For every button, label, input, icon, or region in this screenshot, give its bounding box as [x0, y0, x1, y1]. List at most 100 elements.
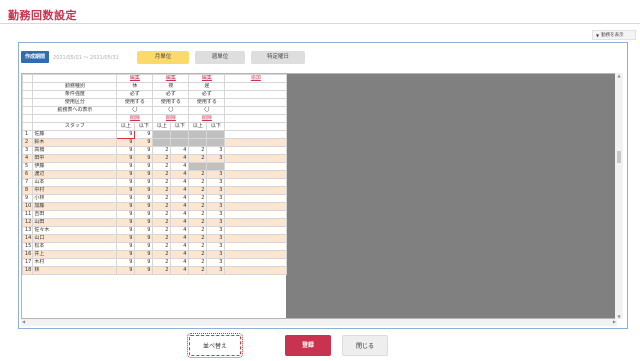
max-count-cell[interactable]: 3 — [206, 226, 226, 235]
edit-shift-link[interactable]: 編集 — [202, 76, 212, 82]
max-count-cell[interactable]: 3 — [206, 178, 226, 187]
max-count-cell[interactable] — [170, 130, 190, 139]
min-count-cell[interactable]: 9 — [116, 186, 136, 195]
reorder-button[interactable]: 並べ替え — [187, 333, 243, 358]
max-count-cell[interactable]: 9 — [134, 258, 154, 267]
max-count-cell[interactable]: 4 — [170, 154, 190, 163]
min-count-cell[interactable]: 9 — [116, 218, 136, 227]
max-count-cell[interactable]: 4 — [170, 202, 190, 211]
max-count-cell[interactable]: 9 — [134, 218, 154, 227]
max-count-cell[interactable]: 4 — [170, 234, 190, 243]
min-count-cell[interactable]: 2 — [152, 178, 172, 187]
min-count-cell[interactable]: 2 — [188, 226, 208, 235]
min-count-cell[interactable]: 9 — [116, 138, 136, 147]
min-count-cell[interactable]: 2 — [152, 170, 172, 179]
min-count-cell[interactable]: 9 — [116, 130, 136, 139]
min-count-cell[interactable]: 9 — [116, 226, 136, 235]
shift-edit-cell[interactable]: 削除 — [188, 114, 226, 123]
min-count-cell[interactable] — [152, 130, 172, 139]
max-count-cell[interactable] — [170, 138, 190, 147]
max-count-cell[interactable]: 9 — [134, 266, 154, 275]
min-count-cell[interactable]: 2 — [152, 250, 172, 259]
min-count-cell[interactable]: 2 — [188, 194, 208, 203]
min-count-cell[interactable]: 9 — [116, 202, 136, 211]
min-count-cell[interactable]: 2 — [188, 266, 208, 275]
max-count-cell[interactable]: 4 — [170, 186, 190, 195]
max-count-cell[interactable] — [206, 162, 226, 171]
min-count-cell[interactable]: 2 — [152, 266, 172, 275]
min-count-cell[interactable]: 9 — [116, 170, 136, 179]
min-count-cell[interactable]: 9 — [116, 194, 136, 203]
max-count-cell[interactable]: 9 — [134, 178, 154, 187]
edit-shift-link[interactable]: 編集 — [166, 76, 176, 82]
max-count-cell[interactable]: 3 — [206, 194, 226, 203]
max-count-cell[interactable]: 9 — [134, 210, 154, 219]
min-count-cell[interactable]: 2 — [152, 242, 172, 251]
max-count-cell[interactable]: 3 — [206, 266, 226, 275]
max-count-cell[interactable]: 9 — [134, 226, 154, 235]
min-count-cell[interactable]: 2 — [152, 234, 172, 243]
max-count-cell[interactable]: 3 — [206, 154, 226, 163]
min-count-cell[interactable] — [188, 138, 208, 147]
min-count-cell[interactable]: 2 — [188, 186, 208, 195]
max-count-cell[interactable]: 4 — [170, 210, 190, 219]
min-count-cell[interactable]: 9 — [116, 178, 136, 187]
max-count-cell[interactable]: 4 — [170, 242, 190, 251]
delete-shift-link[interactable]: 削除 — [202, 116, 212, 122]
delete-shift-link[interactable]: 削除 — [130, 116, 140, 122]
max-count-cell[interactable]: 3 — [206, 218, 226, 227]
add-shift-cell[interactable]: 追加 — [224, 74, 288, 83]
max-count-cell[interactable]: 9 — [134, 194, 154, 203]
show-shifts-toggle[interactable]: ▼ 勤務を表示 — [592, 30, 636, 40]
max-count-cell[interactable]: 4 — [170, 146, 190, 155]
max-count-cell[interactable]: 4 — [170, 266, 190, 275]
shift-edit-cell[interactable]: 編集 — [116, 74, 154, 83]
shift-edit-cell[interactable]: 編集 — [152, 74, 190, 83]
max-count-cell[interactable]: 4 — [170, 218, 190, 227]
min-count-cell[interactable]: 2 — [188, 178, 208, 187]
max-count-cell[interactable]: 4 — [170, 170, 190, 179]
horizontal-scrollbar[interactable]: ◀ ▶ — [21, 319, 617, 326]
max-count-cell[interactable]: 9 — [134, 146, 154, 155]
max-count-cell[interactable]: 4 — [170, 250, 190, 259]
min-count-cell[interactable]: 9 — [116, 146, 136, 155]
delete-shift-link[interactable]: 削除 — [166, 116, 176, 122]
min-count-cell[interactable]: 2 — [188, 250, 208, 259]
max-count-cell[interactable]: 4 — [170, 194, 190, 203]
shift-edit-cell[interactable]: 編集 — [188, 74, 226, 83]
max-count-cell[interactable]: 9 — [134, 234, 154, 243]
max-count-cell[interactable]: 9 — [134, 250, 154, 259]
max-count-cell[interactable]: 3 — [206, 146, 226, 155]
max-count-cell[interactable]: 3 — [206, 234, 226, 243]
max-count-cell[interactable]: 9 — [134, 202, 154, 211]
max-count-cell[interactable]: 9 — [134, 154, 154, 163]
min-count-cell[interactable]: 9 — [116, 154, 136, 163]
add-shift-link[interactable]: 追加 — [251, 76, 261, 82]
min-count-cell[interactable]: 2 — [188, 202, 208, 211]
min-count-cell[interactable]: 2 — [152, 210, 172, 219]
max-count-cell[interactable]: 9 — [134, 162, 154, 171]
min-count-cell[interactable]: 2 — [152, 226, 172, 235]
scroll-thumb[interactable] — [617, 151, 621, 163]
min-count-cell[interactable] — [188, 162, 208, 171]
min-count-cell[interactable]: 2 — [188, 218, 208, 227]
min-count-cell[interactable]: 2 — [188, 170, 208, 179]
weekly-unit-button[interactable]: 週単位 — [195, 50, 246, 64]
max-count-cell[interactable]: 9 — [134, 130, 154, 139]
max-count-cell[interactable]: 9 — [134, 186, 154, 195]
min-count-cell[interactable] — [152, 138, 172, 147]
max-count-cell[interactable] — [206, 138, 226, 147]
max-count-cell[interactable]: 3 — [206, 250, 226, 259]
min-count-cell[interactable]: 2 — [152, 194, 172, 203]
min-count-cell[interactable]: 2 — [152, 162, 172, 171]
register-button[interactable]: 登録 — [285, 335, 331, 356]
close-button[interactable]: 閉じる — [342, 335, 388, 356]
max-count-cell[interactable]: 4 — [170, 178, 190, 187]
max-count-cell[interactable]: 3 — [206, 242, 226, 251]
min-count-cell[interactable]: 9 — [116, 242, 136, 251]
vertical-scrollbar[interactable]: ▲ ▼ — [615, 73, 623, 319]
max-count-cell[interactable]: 3 — [206, 210, 226, 219]
min-count-cell[interactable] — [188, 130, 208, 139]
max-count-cell[interactable]: 4 — [170, 258, 190, 267]
specific-day-button[interactable]: 特定曜日 — [251, 50, 306, 64]
